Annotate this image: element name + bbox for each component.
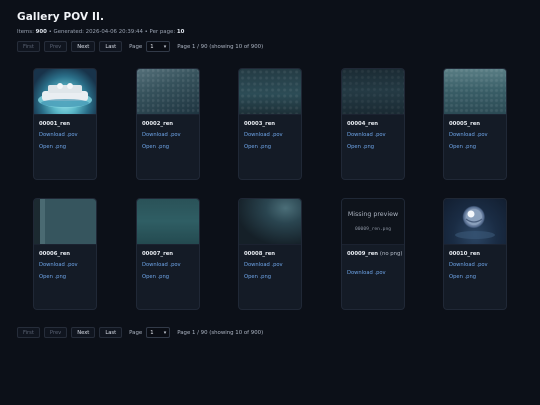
no-png-note: (no png): [379, 251, 403, 257]
card-caption: 00008_ren: [244, 251, 276, 257]
per-page-label: Per page:: [149, 29, 176, 35]
thumbnail-stone-texture[interactable]: [137, 69, 199, 115]
open-png-link[interactable]: Open .png: [244, 274, 271, 280]
items-label: Items:: [17, 29, 34, 35]
first-page-button[interactable]: First: [17, 327, 40, 338]
pagination-top: First Prev Next Last Page 1 ▾ Page 1 / 9…: [17, 41, 263, 52]
gallery-card: 00005_ren Download .pov Open .png: [443, 68, 507, 180]
download-pov-link[interactable]: Download .pov: [449, 132, 488, 138]
download-pov-link[interactable]: Download .pov: [142, 132, 181, 138]
open-png-link[interactable]: Open .png: [244, 144, 271, 150]
generated-label: Generated:: [53, 29, 84, 35]
download-pov-link[interactable]: Download .pov: [39, 262, 78, 268]
page-header: Gallery POV II. Items: 900 • Generated: …: [17, 11, 184, 35]
thumbnail-dark-texture[interactable]: [239, 199, 301, 245]
card-caption: 00010_ren: [449, 251, 481, 257]
missing-preview-title: Missing preview: [347, 211, 399, 218]
download-pov-link[interactable]: Download .pov: [347, 132, 386, 138]
page-label: Page: [129, 43, 143, 50]
gallery-card: 00004_ren Download .pov Open .png: [341, 68, 405, 180]
download-pov-link[interactable]: Download .pov: [347, 270, 386, 276]
gallery-card: 00008_ren Download .pov Open .png: [238, 198, 302, 310]
page-select[interactable]: 1 ▾: [146, 327, 171, 338]
prev-page-button[interactable]: Prev: [43, 327, 68, 338]
card-caption-name: 00009_ren: [347, 251, 379, 257]
missing-preview-placeholder: Missing preview 00009_ren.png: [342, 199, 404, 245]
open-png-link[interactable]: Open .png: [142, 274, 169, 280]
per-page-value: 10: [176, 29, 185, 35]
card-caption: 00004_ren: [347, 121, 379, 127]
chrome-sphere-image: [455, 209, 495, 239]
page-info: Page 1 / 90 (showing 10 of 900): [177, 43, 264, 50]
pagination-bottom: First Prev Next Last Page 1 ▾ Page 1 / 9…: [17, 327, 263, 338]
card-caption: 00002_ren: [142, 121, 174, 127]
thumbnail-stone-texture[interactable]: [444, 69, 506, 115]
download-pov-link[interactable]: Download .pov: [142, 262, 181, 268]
gallery-card: 00007_ren Download .pov Open .png: [136, 198, 200, 310]
last-page-button[interactable]: Last: [99, 327, 123, 338]
chevron-down-icon: ▾: [163, 43, 167, 50]
card-caption: 00009_ren (no png): [347, 251, 403, 258]
page-select[interactable]: 1 ▾: [146, 41, 171, 52]
open-png-link[interactable]: Open .png: [449, 274, 476, 280]
missing-preview-filename: 00009_ren.png: [355, 227, 391, 232]
card-caption: 00001_ren: [39, 121, 71, 127]
open-png-link[interactable]: Open .png: [39, 274, 66, 280]
download-pov-link[interactable]: Download .pov: [449, 262, 488, 268]
prev-page-button[interactable]: Prev: [43, 41, 68, 52]
page-label: Page: [129, 329, 143, 336]
download-pov-link[interactable]: Download .pov: [244, 132, 283, 138]
meta-separator: •: [48, 29, 52, 35]
thumbnail-wall-edge[interactable]: [34, 199, 96, 245]
gallery-card: Missing preview 00009_ren.png 00009_ren …: [341, 198, 405, 310]
next-page-button[interactable]: Next: [71, 327, 96, 338]
thumbnail-pool-scene[interactable]: [34, 69, 96, 115]
open-png-link[interactable]: Open .png: [142, 144, 169, 150]
chevron-down-icon: ▾: [163, 329, 167, 336]
meta-separator: •: [144, 29, 148, 35]
page-info: Page 1 / 90 (showing 10 of 900): [177, 329, 264, 336]
page-select-value: 1: [150, 43, 154, 50]
card-caption: 00007_ren: [142, 251, 174, 257]
items-count: 900: [35, 29, 47, 35]
card-caption: 00006_ren: [39, 251, 71, 257]
gallery-card: 00002_ren Download .pov Open .png: [136, 68, 200, 180]
gallery-card: 00010_ren Download .pov Open .png: [443, 198, 507, 310]
card-caption: 00003_ren: [244, 121, 276, 127]
gallery-card: 00001_ren Download .pov Open .png: [33, 68, 97, 180]
gallery-card: 00003_ren Download .pov Open .png: [238, 68, 302, 180]
last-page-button[interactable]: Last: [99, 41, 123, 52]
first-page-button[interactable]: First: [17, 41, 40, 52]
page-select-value: 1: [150, 329, 154, 336]
page-title: Gallery POV II.: [17, 11, 105, 23]
gallery-card: 00006_ren Download .pov Open .png: [33, 198, 97, 310]
thumbnail-teal-surface[interactable]: [137, 199, 199, 245]
thumbnail-chrome-sphere[interactable]: [444, 199, 506, 245]
gallery-meta: Items: 900 • Generated: 2026-04-06 20:39…: [17, 29, 184, 35]
open-png-link[interactable]: Open .png: [39, 144, 66, 150]
card-caption: 00005_ren: [449, 121, 481, 127]
open-png-link[interactable]: Open .png: [347, 144, 374, 150]
thumbnail-stone-texture[interactable]: [342, 69, 404, 115]
thumbnail-stone-texture[interactable]: [239, 69, 301, 115]
generated-timestamp: 2026-04-06 20:39:44: [85, 29, 143, 35]
pool-scene-image: [38, 83, 92, 108]
open-png-link[interactable]: Open .png: [449, 144, 476, 150]
download-pov-link[interactable]: Download .pov: [39, 132, 78, 138]
next-page-button[interactable]: Next: [71, 41, 96, 52]
download-pov-link[interactable]: Download .pov: [244, 262, 283, 268]
